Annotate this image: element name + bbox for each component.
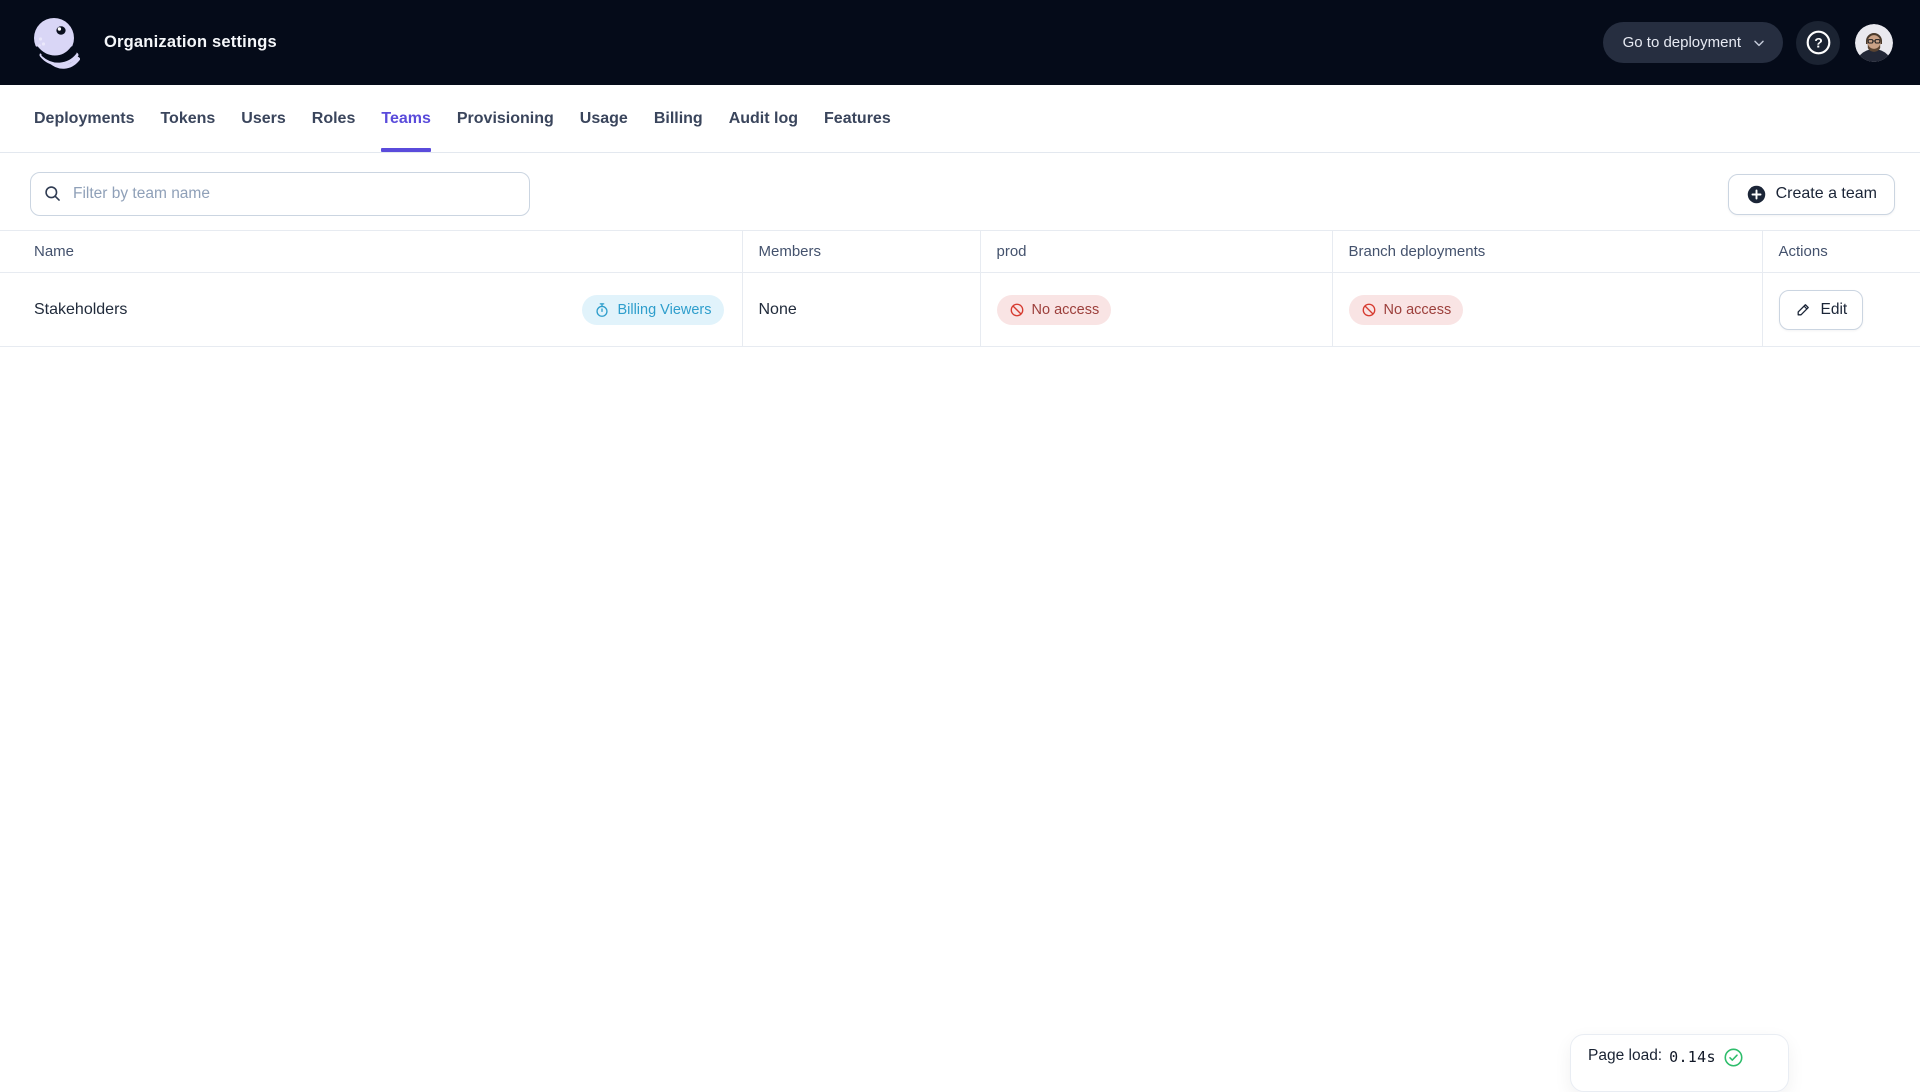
chevron-down-icon xyxy=(1754,40,1764,46)
stopwatch-icon xyxy=(596,302,609,317)
tab-label: Users xyxy=(241,109,286,127)
tab-label: Features xyxy=(824,109,891,127)
go-to-deployment-button[interactable]: Go to deployment xyxy=(1602,22,1783,63)
edit-team-button[interactable]: Edit xyxy=(1778,289,1864,330)
plus-circle-icon xyxy=(1747,185,1765,203)
team-filter-wrapper xyxy=(30,172,530,216)
role-badge-label: Billing Viewers xyxy=(617,301,712,318)
members-cell: None xyxy=(742,272,981,347)
page-load-value: 0.14s xyxy=(1669,1048,1716,1066)
page-load-toast: Page load: 0.14s xyxy=(1570,1034,1789,1092)
tab-deployments[interactable]: Deployments xyxy=(34,85,134,152)
user-avatar[interactable] xyxy=(1855,23,1893,62)
go-to-deployment-label: Go to deployment xyxy=(1622,34,1741,51)
tab-label: Billing xyxy=(653,109,703,127)
page-title: Organization settings xyxy=(104,33,277,51)
table-header-row: Name Members prod Branch deployments Act… xyxy=(0,230,1920,273)
column-header-name: Name xyxy=(0,230,743,273)
create-team-label: Create a team xyxy=(1775,185,1877,202)
tab-users[interactable]: Users xyxy=(241,85,285,152)
page-load-label: Page load: xyxy=(1588,1047,1663,1064)
tab-label: Tokens xyxy=(160,109,216,127)
table-row-stakeholders: Stakeholders Billing Viewers None No acc… xyxy=(0,272,1920,347)
settings-tab-bar: Deployments Tokens Users Roles Teams Pro… xyxy=(0,85,1920,153)
role-badge: Billing Viewers xyxy=(582,294,724,325)
branch-access-badge: No access xyxy=(1348,294,1464,325)
help-button[interactable]: ? xyxy=(1796,20,1840,65)
avatar-photo-icon xyxy=(1855,23,1893,62)
tab-provisioning[interactable]: Provisioning xyxy=(457,85,554,152)
tab-label: Deployments xyxy=(34,109,135,127)
tab-teams[interactable]: Teams xyxy=(381,85,431,152)
teams-table: Name Members prod Branch deployments Act… xyxy=(0,230,1920,347)
team-name: Stakeholders xyxy=(34,300,128,318)
svg-text:?: ? xyxy=(1814,35,1823,51)
tab-billing[interactable]: Billing xyxy=(654,85,703,152)
no-access-ban-icon xyxy=(1010,303,1023,316)
octopus-logo-icon xyxy=(34,17,80,69)
tab-tokens[interactable]: Tokens xyxy=(160,85,215,152)
column-header-actions: Actions xyxy=(1762,230,1920,273)
column-header-members: Members xyxy=(742,230,981,273)
tab-label: Roles xyxy=(311,109,356,127)
tab-label: Audit log xyxy=(728,109,799,127)
tab-features[interactable]: Features xyxy=(824,85,891,152)
tab-label: Provisioning xyxy=(456,109,554,127)
prod-access-badge: No access xyxy=(996,294,1112,325)
column-header-prod: prod xyxy=(980,230,1333,273)
tab-roles[interactable]: Roles xyxy=(312,85,356,152)
tab-usage[interactable]: Usage xyxy=(580,85,628,152)
column-header-branch-deployments: Branch deployments xyxy=(1332,230,1763,273)
create-team-button[interactable]: Create a team xyxy=(1727,173,1895,215)
no-access-ban-icon xyxy=(1362,303,1375,316)
question-mark-circle-icon: ? xyxy=(1806,30,1830,55)
edit-button-label: Edit xyxy=(1820,300,1848,318)
prod-access-label: No access xyxy=(1031,301,1100,318)
organization-settings-page: Organization settings Go to deployment ? xyxy=(0,0,1920,1092)
team-filter-input[interactable] xyxy=(30,172,530,216)
pencil-icon xyxy=(1797,304,1809,316)
teams-toolbar: Create a team xyxy=(0,153,1920,216)
branch-access-label: No access xyxy=(1383,301,1452,318)
tab-label: Teams xyxy=(381,109,431,127)
tab-audit-log[interactable]: Audit log xyxy=(729,85,798,152)
tab-label: Usage xyxy=(579,109,628,127)
success-check-icon xyxy=(1724,1048,1743,1067)
top-bar: Organization settings Go to deployment ? xyxy=(0,0,1920,85)
